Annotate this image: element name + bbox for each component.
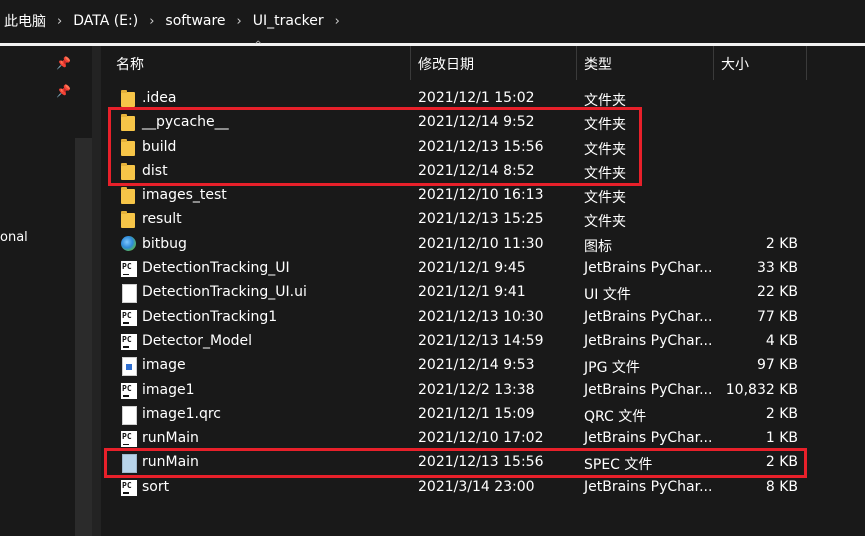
ico-file-icon	[120, 235, 138, 255]
jpg-file-icon	[120, 356, 138, 377]
navigation-pane: 📌 📌 onal	[0, 46, 92, 536]
file-size: 8 KB	[765, 478, 798, 495]
column-header-name[interactable]: 名称	[116, 46, 144, 80]
pycharm-file-icon	[120, 332, 138, 352]
column-divider[interactable]	[806, 46, 807, 80]
breadcrumb-software[interactable]: software	[159, 13, 231, 29]
pycharm-file-icon	[120, 308, 138, 328]
file-type: JetBrains PyChar...	[584, 430, 713, 447]
column-divider[interactable]	[713, 46, 714, 80]
file-name: .idea	[142, 90, 177, 106]
file-modified-date: 2021/12/10 17:02	[418, 430, 544, 447]
breadcrumb-ui-tracker[interactable]: UI_tracker	[247, 13, 330, 29]
file-type: QRC 文件	[584, 408, 647, 425]
folder-icon	[120, 210, 138, 230]
file-size: 97 KB	[756, 357, 798, 374]
document-icon	[120, 283, 138, 304]
column-header-size[interactable]: 大小	[721, 46, 749, 80]
file-modified-date: 2021/12/1 15:09	[418, 405, 535, 422]
file-modified-date: 2021/12/14 9:53	[418, 357, 535, 374]
file-row[interactable]: bitbug 2021/12/10 11:30 图标 2 KB	[101, 233, 865, 257]
breadcrumb-this-pc[interactable]: 此电脑	[0, 11, 52, 31]
file-modified-date: 2021/12/1 9:45	[418, 260, 526, 277]
nav-scrollbar[interactable]	[75, 138, 92, 536]
file-name: image1.qrc	[142, 405, 221, 422]
column-header-type[interactable]: 类型	[584, 46, 612, 80]
folder-icon	[120, 186, 138, 206]
pycharm-file-icon	[120, 429, 138, 449]
file-type: 文件夹	[584, 190, 626, 207]
file-type: JetBrains PyChar...	[584, 332, 713, 349]
chevron-right-icon[interactable]: ›	[52, 14, 67, 29]
file-name: runMain	[142, 430, 199, 447]
file-name: DetectionTracking_UI.ui	[142, 284, 307, 301]
file-row[interactable]: image1 2021/12/2 13:38 JetBrains PyChar...…	[101, 379, 865, 403]
file-modified-date: 2021/12/13 10:30	[418, 308, 544, 325]
file-type: JetBrains PyChar...	[584, 381, 713, 398]
file-name: DetectionTracking1	[142, 308, 278, 325]
file-row[interactable]: DetectionTracking_UI 2021/12/1 9:45 JetBra…	[101, 257, 865, 281]
file-name: image	[142, 357, 186, 374]
pycharm-file-icon	[120, 478, 138, 498]
breadcrumb-data-drive[interactable]: DATA (E:)	[67, 13, 144, 29]
file-modified-date: 2021/3/14 23:00	[418, 478, 535, 495]
file-row[interactable]: DetectionTracking_UI.ui 2021/12/1 9:41 UI …	[101, 281, 865, 305]
file-size: 22 KB	[756, 284, 798, 301]
file-modified-date: 2021/12/1 15:02	[418, 90, 535, 106]
file-type: 图标	[584, 238, 612, 255]
document-icon	[120, 405, 138, 425]
file-type: JPG 文件	[584, 360, 640, 377]
column-divider[interactable]	[576, 46, 577, 80]
file-type: JetBrains PyChar...	[584, 260, 713, 277]
file-size: 4 KB	[765, 332, 798, 349]
file-size: 1 KB	[765, 430, 798, 447]
file-name: Detector_Model	[142, 332, 253, 349]
file-row[interactable]: image 2021/12/14 9:53 JPG 文件 97 KB	[101, 354, 865, 378]
column-header-date[interactable]: 修改日期	[418, 46, 474, 80]
folder-icon	[120, 89, 138, 109]
column-header-row: ^ 名称 修改日期 类型 大小	[101, 40, 865, 80]
file-name: bitbug	[142, 235, 187, 252]
sort-ascending-icon: ^	[254, 40, 263, 51]
file-row[interactable]: result 2021/12/13 15:25 文件夹	[101, 208, 865, 232]
file-name: sort	[142, 478, 170, 495]
file-modified-date: 2021/12/10 16:13	[418, 187, 544, 204]
chevron-right-icon[interactable]: ›	[144, 14, 159, 29]
nav-item-label[interactable]: onal	[0, 230, 28, 245]
file-type: JetBrains PyChar...	[584, 478, 713, 495]
highlight-box	[104, 447, 807, 478]
highlight-box	[108, 107, 642, 187]
file-type: JetBrains PyChar...	[584, 308, 713, 325]
file-row[interactable]: image1.qrc 2021/12/1 15:09 QRC 文件 2 KB	[101, 403, 865, 427]
file-size: 2 KB	[765, 235, 798, 252]
file-row[interactable]: Detector_Model 2021/12/13 14:59 JetBrains …	[101, 330, 865, 354]
chevron-right-icon[interactable]: ›	[330, 14, 345, 29]
file-modified-date: 2021/12/10 11:30	[418, 235, 544, 252]
file-type: 文件夹	[584, 214, 626, 231]
file-size: 33 KB	[756, 260, 798, 277]
file-size: 10,832 KB	[725, 381, 798, 398]
pane-divider[interactable]	[92, 46, 101, 536]
pycharm-file-icon	[120, 259, 138, 279]
file-modified-date: 2021/12/2 13:38	[418, 381, 535, 398]
file-size: 2 KB	[765, 405, 798, 422]
file-name: DetectionTracking_UI	[142, 260, 290, 277]
file-modified-date: 2021/12/1 9:41	[418, 284, 526, 301]
file-name: result	[142, 211, 182, 228]
file-modified-date: 2021/12/13 14:59	[418, 332, 544, 349]
pin-icon[interactable]: 📌	[56, 56, 71, 70]
file-row[interactable]: images_test 2021/12/10 16:13 文件夹	[101, 184, 865, 208]
chevron-right-icon[interactable]: ›	[232, 14, 247, 29]
file-type: UI 文件	[584, 287, 631, 304]
file-name: images_test	[142, 187, 227, 204]
file-modified-date: 2021/12/13 15:25	[418, 211, 544, 228]
breadcrumb: 此电脑 › DATA (E:) › software › UI_tracker …	[0, 0, 865, 42]
pin-icon[interactable]: 📌	[56, 84, 71, 98]
file-name: image1	[142, 381, 195, 398]
file-size: 77 KB	[756, 308, 798, 325]
file-row[interactable]: DetectionTracking1 2021/12/13 10:30 JetBra…	[101, 306, 865, 330]
column-divider[interactable]	[410, 46, 411, 80]
file-row[interactable]: sort 2021/3/14 23:00 JetBrains PyChar... 8 …	[101, 476, 865, 500]
pycharm-file-icon	[120, 381, 138, 401]
